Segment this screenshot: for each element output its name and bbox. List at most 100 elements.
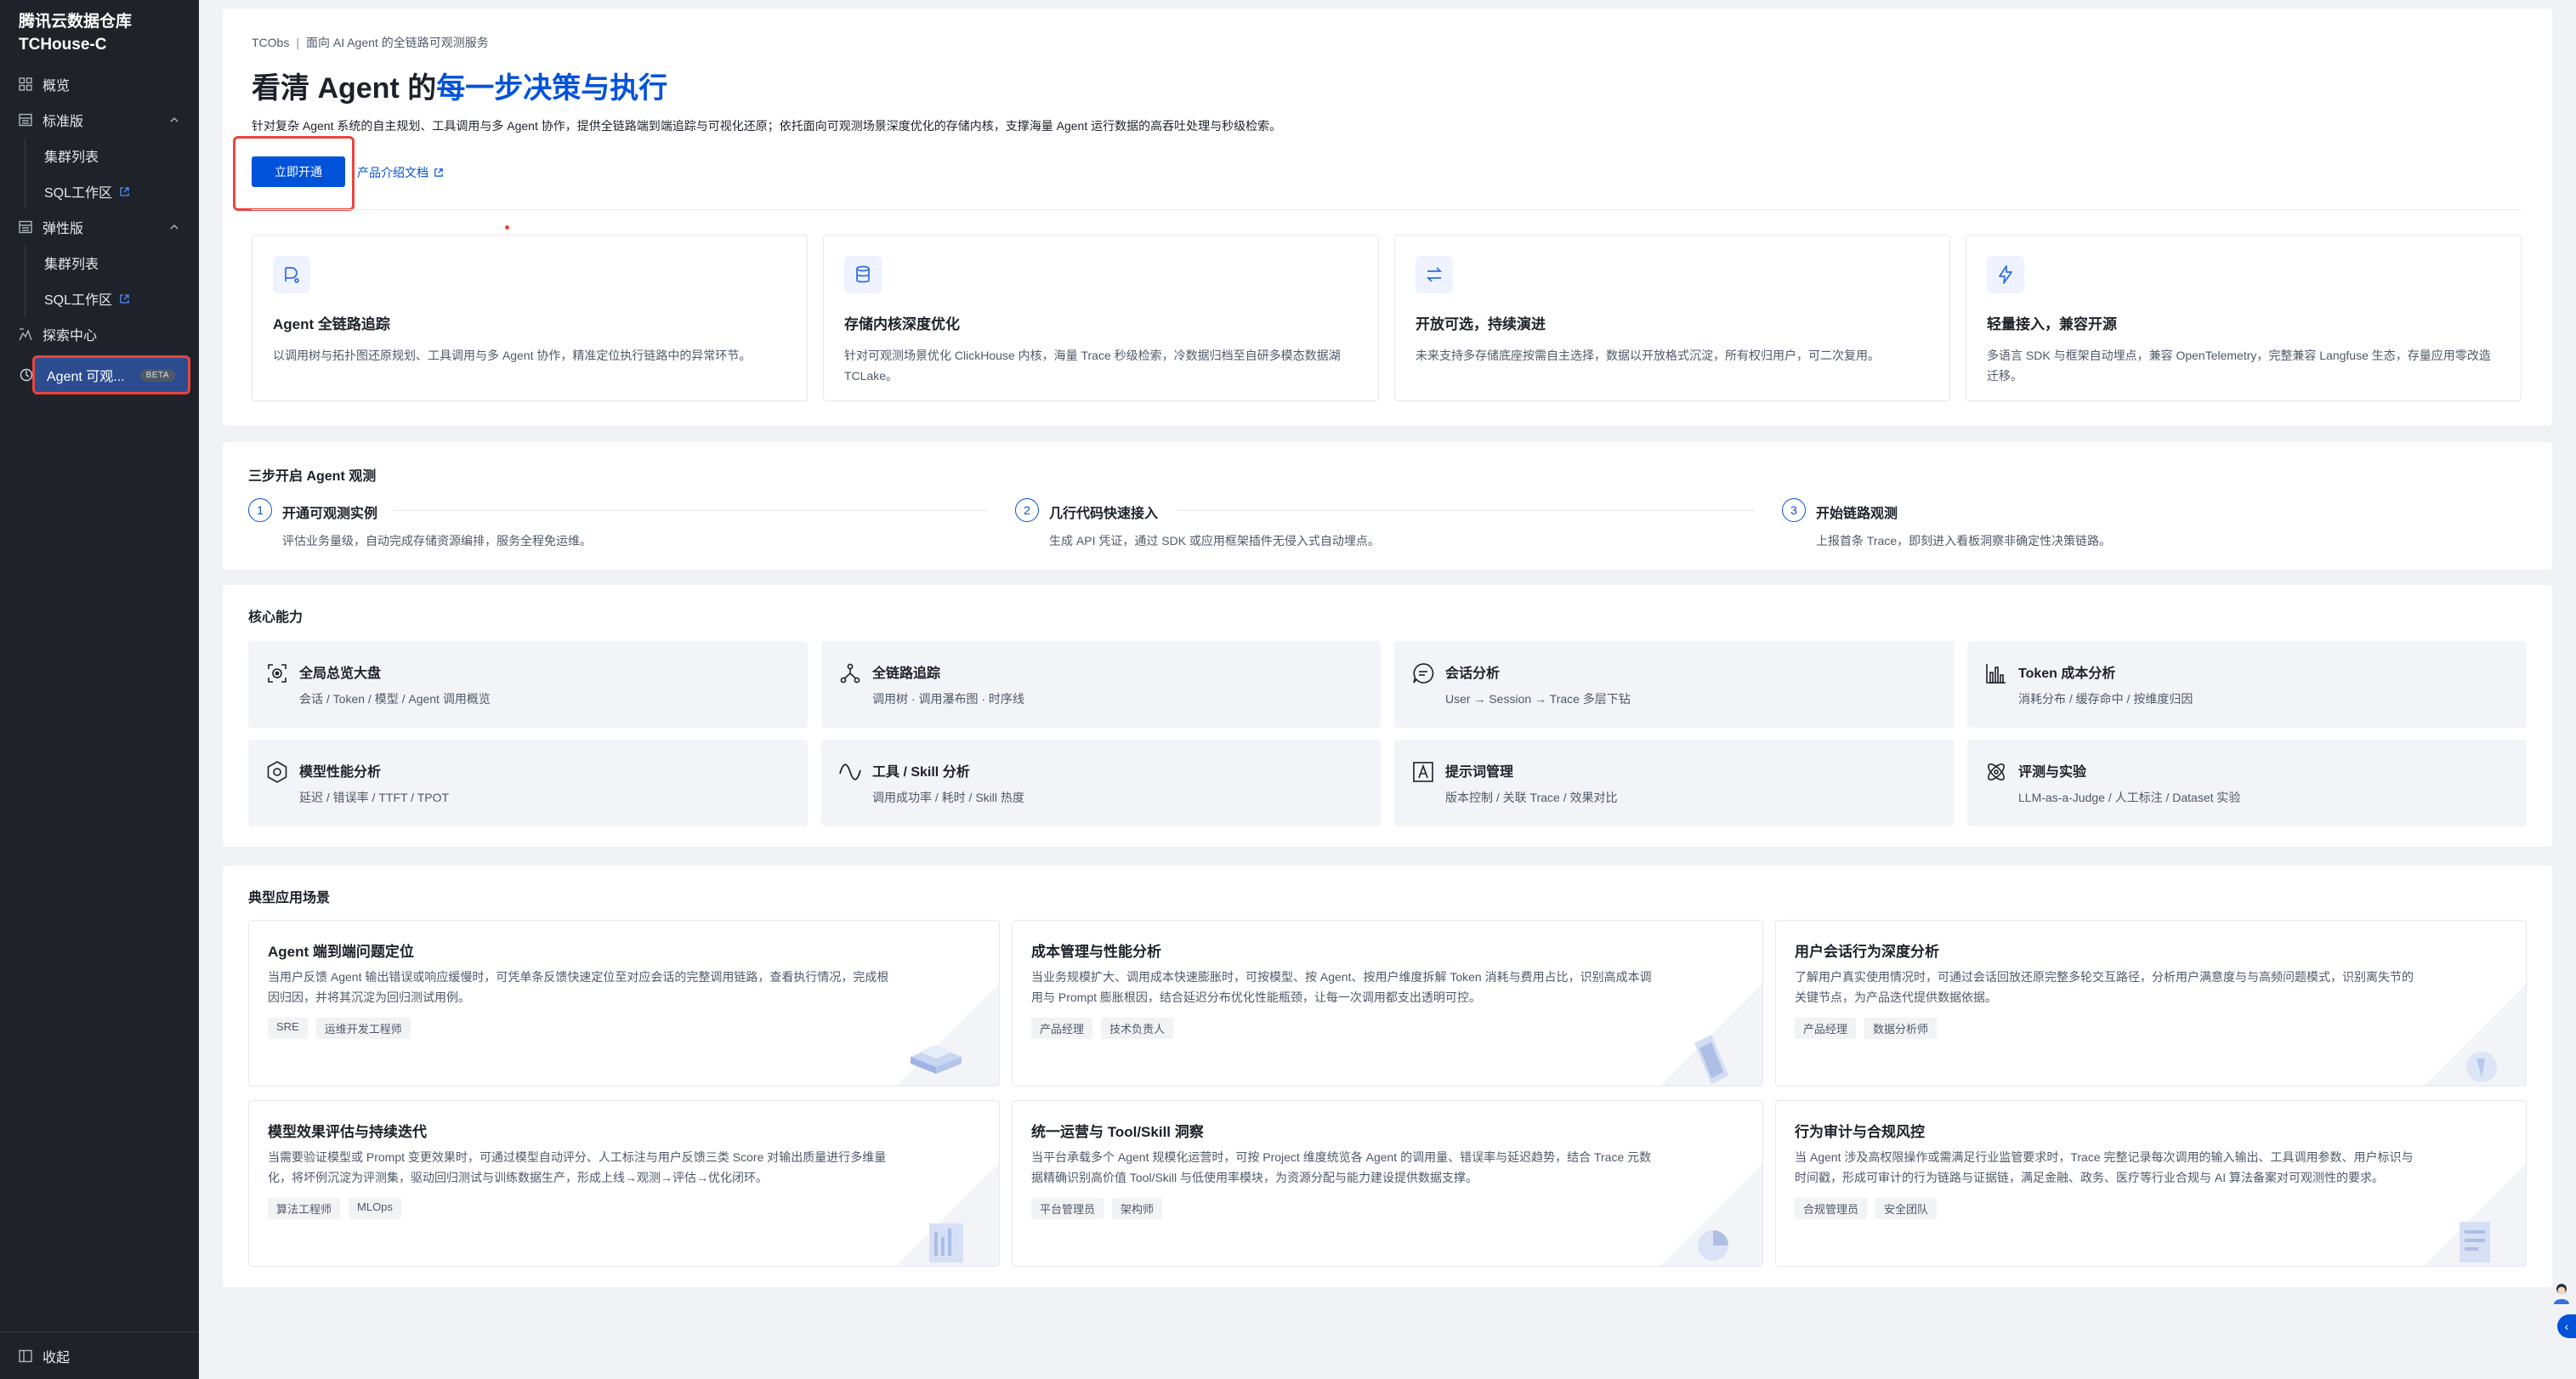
capability-card[interactable]: 会话分析 User → Session → Trace 多层下钻	[1394, 641, 1954, 728]
role-tag: 合规管理员	[1795, 1198, 1868, 1219]
sidebar-item-standard-sql[interactable]: SQL工作区	[0, 173, 199, 209]
step-desc: 评估业务量级，自动完成存储资源编排，服务全程免运维。	[282, 534, 592, 548]
scenario-title: 行为审计与合规风控	[1795, 1124, 1925, 1140]
activate-button[interactable]: 立即开通	[252, 156, 345, 187]
bar-chart-icon	[1986, 664, 2006, 684]
external-link-icon	[434, 168, 443, 177]
server-icon	[19, 220, 32, 234]
network-icon	[840, 663, 860, 684]
breadcrumb-root[interactable]: TCObs	[252, 36, 289, 49]
expand-panel-button[interactable]: ‹	[2557, 1314, 2576, 1338]
database-icon	[844, 256, 882, 293]
capability-desc: 调用成功率 / 耗时 / Skill 热度	[872, 791, 1024, 804]
prompt-icon	[1413, 762, 1433, 782]
feature-title: Agent 全链路追踪	[273, 316, 390, 332]
capability-card[interactable]: 全链路追踪 调用树 · 调用瀑布图 · 时序线	[821, 641, 1381, 728]
feature-desc: 以调用树与拓扑图还原规划、工具调用与多 Agent 协作，精准定位执行链路中的异…	[273, 349, 752, 362]
role-tag: 平台管理员	[1031, 1198, 1104, 1219]
scenario-desc: 当 Agent 涉及高权限操作或需满足行业监管要求时，Trace 完整记录每次调…	[1795, 1150, 2414, 1184]
illustration-icon	[897, 984, 999, 1086]
scenarios-section: 典型应用场景 Agent 端到端问题定位 当用户反馈 Agent 输出错误或响应…	[223, 865, 2552, 1287]
sidebar-item-elastic-clusters[interactable]: 集群列表	[0, 245, 199, 281]
scenario-desc: 当业务规模扩大、调用成本快速膨胀时，可按模型、按 Agent、按用户维度拆解 T…	[1031, 970, 1652, 1004]
brand-name: 腾讯云数据仓库	[19, 13, 133, 31]
chevron-up-icon	[170, 224, 179, 230]
capability-title: 模型性能分析	[299, 765, 382, 780]
sidebar-item-label: 探索中心	[43, 329, 98, 343]
capability-title: 全链路追踪	[872, 667, 941, 681]
explore-icon	[19, 328, 32, 341]
capability-card[interactable]: 全局总览大盘 会话 / Token / 模型 / Agent 调用概览	[248, 641, 808, 728]
feature-desc: 针对可观测场景优化 ClickHouse 内核，海量 Trace 秒级检索，冷数…	[844, 349, 1341, 383]
step-title: 几行代码快速接入	[1049, 507, 1159, 521]
capability-card[interactable]: Token 成本分析 消耗分布 / 缓存命中 / 按维度归因	[1967, 641, 2527, 728]
breadcrumb: TCObs | 面向 AI Agent 的全链路可观测服务	[252, 34, 489, 51]
sidebar-item-label: 集群列表	[44, 258, 99, 272]
capability-card[interactable]: 提示词管理 版本控制 / 关联 Trace / 效果对比	[1394, 740, 1954, 826]
capability-card[interactable]: 模型性能分析 延迟 / 错误率 / TTFT / TPOT	[248, 740, 808, 826]
brand: 腾讯云数据仓库 TCHouse-C	[0, 0, 199, 56]
illustration-icon	[2424, 984, 2526, 1086]
sidebar-item-overview[interactable]: 概览	[0, 66, 199, 102]
sidebar-item-elastic-sql[interactable]: SQL工作区	[0, 281, 199, 316]
capability-title: 会话分析	[1445, 667, 1501, 681]
illustration-icon	[1660, 1164, 1762, 1266]
capability-title: 提示词管理	[1445, 765, 1514, 780]
capability-card[interactable]: 工具 / Skill 分析 调用成功率 / 耗时 / Skill 热度	[821, 740, 1381, 826]
product-doc-link[interactable]: 产品介绍文档	[357, 164, 444, 181]
capability-title: 工具 / Skill 分析	[872, 765, 970, 780]
capability-desc: 调用树 · 调用瀑布图 · 时序线	[872, 692, 1024, 706]
capability-title: 评测与实验	[2018, 765, 2087, 780]
feature-card: 存储内核深度优化 针对可观测场景优化 ClickHouse 内核，海量 Trac…	[823, 235, 1379, 401]
feature-card: 开放可选，持续演进 未来支持多存储底座按需自主选择，数据以开放格式沉淀，所有权归…	[1394, 235, 1950, 401]
sidebar-item-label: SQL工作区	[44, 186, 113, 201]
tag-list: 算法工程师 MLOps	[268, 1198, 401, 1219]
grid-icon	[19, 77, 32, 91]
sidebar-nav: 概览 标准版 集群列表 SQL工作区 弹性版 集群列表 SQL工作区 探索中心 …	[0, 66, 199, 394]
sidebar-group-standard[interactable]: 标准版	[0, 102, 199, 138]
step-desc: 生成 API 凭证，通过 SDK 或应用框架插件无侵入式自动埋点。	[1049, 534, 1380, 548]
role-tag: 架构师	[1112, 1198, 1163, 1219]
sidebar-item-agent-observability[interactable]: Agent 可观... BETA	[20, 355, 190, 394]
tag-list: SRE 运维开发工程师	[268, 1018, 411, 1039]
sidebar-item-label: 弹性版	[43, 222, 84, 236]
capability-title: Token 成本分析	[2018, 667, 2116, 681]
swap-icon	[1416, 256, 1453, 293]
illustration-icon	[897, 1164, 999, 1266]
sidebar-group-elastic[interactable]: 弹性版	[0, 209, 199, 245]
model-icon	[267, 761, 287, 783]
scenario-card: 模型效果评估与持续迭代 当需要验证模型或 Prompt 变更效果时，可通过模型自…	[248, 1100, 1000, 1267]
feature-title: 存储内核深度优化	[844, 316, 960, 332]
step-title: 开始链路观测	[1816, 507, 1898, 521]
scenario-title: 统一运营与 Tool/Skill 洞察	[1031, 1124, 1204, 1140]
dashboard-icon	[268, 664, 287, 683]
capability-desc: 版本控制 / 关联 Trace / 效果对比	[1445, 791, 1618, 804]
step-number: 1	[248, 498, 272, 522]
role-tag: 数据分析师	[1864, 1018, 1938, 1039]
indicator-dot	[505, 225, 509, 230]
chat-icon	[1413, 663, 1434, 684]
sidebar-item-label: 标准版	[43, 115, 84, 129]
title-highlight: 每一步决策与执行	[436, 72, 668, 105]
brand-product: TCHouse-C	[19, 36, 107, 54]
sidebar-item-standard-clusters[interactable]: 集群列表	[0, 138, 199, 173]
sidebar-item-explore[interactable]: 探索中心	[0, 316, 199, 352]
sidebar: 腾讯云数据仓库 TCHouse-C 概览 标准版 集群列表 SQL工作区 弹性版	[0, 0, 199, 1379]
capability-desc: 会话 / Token / 模型 / Agent 调用概览	[299, 692, 491, 706]
illustration-icon	[2424, 1164, 2526, 1266]
sidebar-collapse-button[interactable]: 收起	[0, 1331, 199, 1379]
step-connector	[393, 510, 988, 511]
assistant-avatar-icon[interactable]	[2552, 1282, 2571, 1304]
role-tag: 产品经理	[1795, 1018, 1857, 1039]
scenario-desc: 当需要验证模型或 Prompt 变更效果时，可通过模型自动评分、人工标注与用户反…	[268, 1150, 887, 1184]
chevron-left-icon: ‹	[2564, 1319, 2569, 1333]
capability-desc: LLM-as-a-Judge / 人工标注 / Dataset 实验	[2018, 791, 2241, 804]
feature-card: Agent 全链路追踪 以调用树与拓扑图还原规划、工具调用与多 Agent 协作…	[252, 235, 808, 401]
scenario-title: 成本管理与性能分析	[1031, 944, 1161, 960]
role-tag: 技术负责人	[1101, 1018, 1174, 1039]
capability-title: 全局总览大盘	[299, 667, 382, 681]
capability-desc: User → Session → Trace 多层下钻	[1445, 692, 1631, 706]
capability-card[interactable]: 评测与实验 LLM-as-a-Judge / 人工标注 / Dataset 实验	[1967, 740, 2527, 826]
step-connector	[1177, 510, 1755, 511]
step-title: 开通可观测实例	[282, 507, 378, 521]
